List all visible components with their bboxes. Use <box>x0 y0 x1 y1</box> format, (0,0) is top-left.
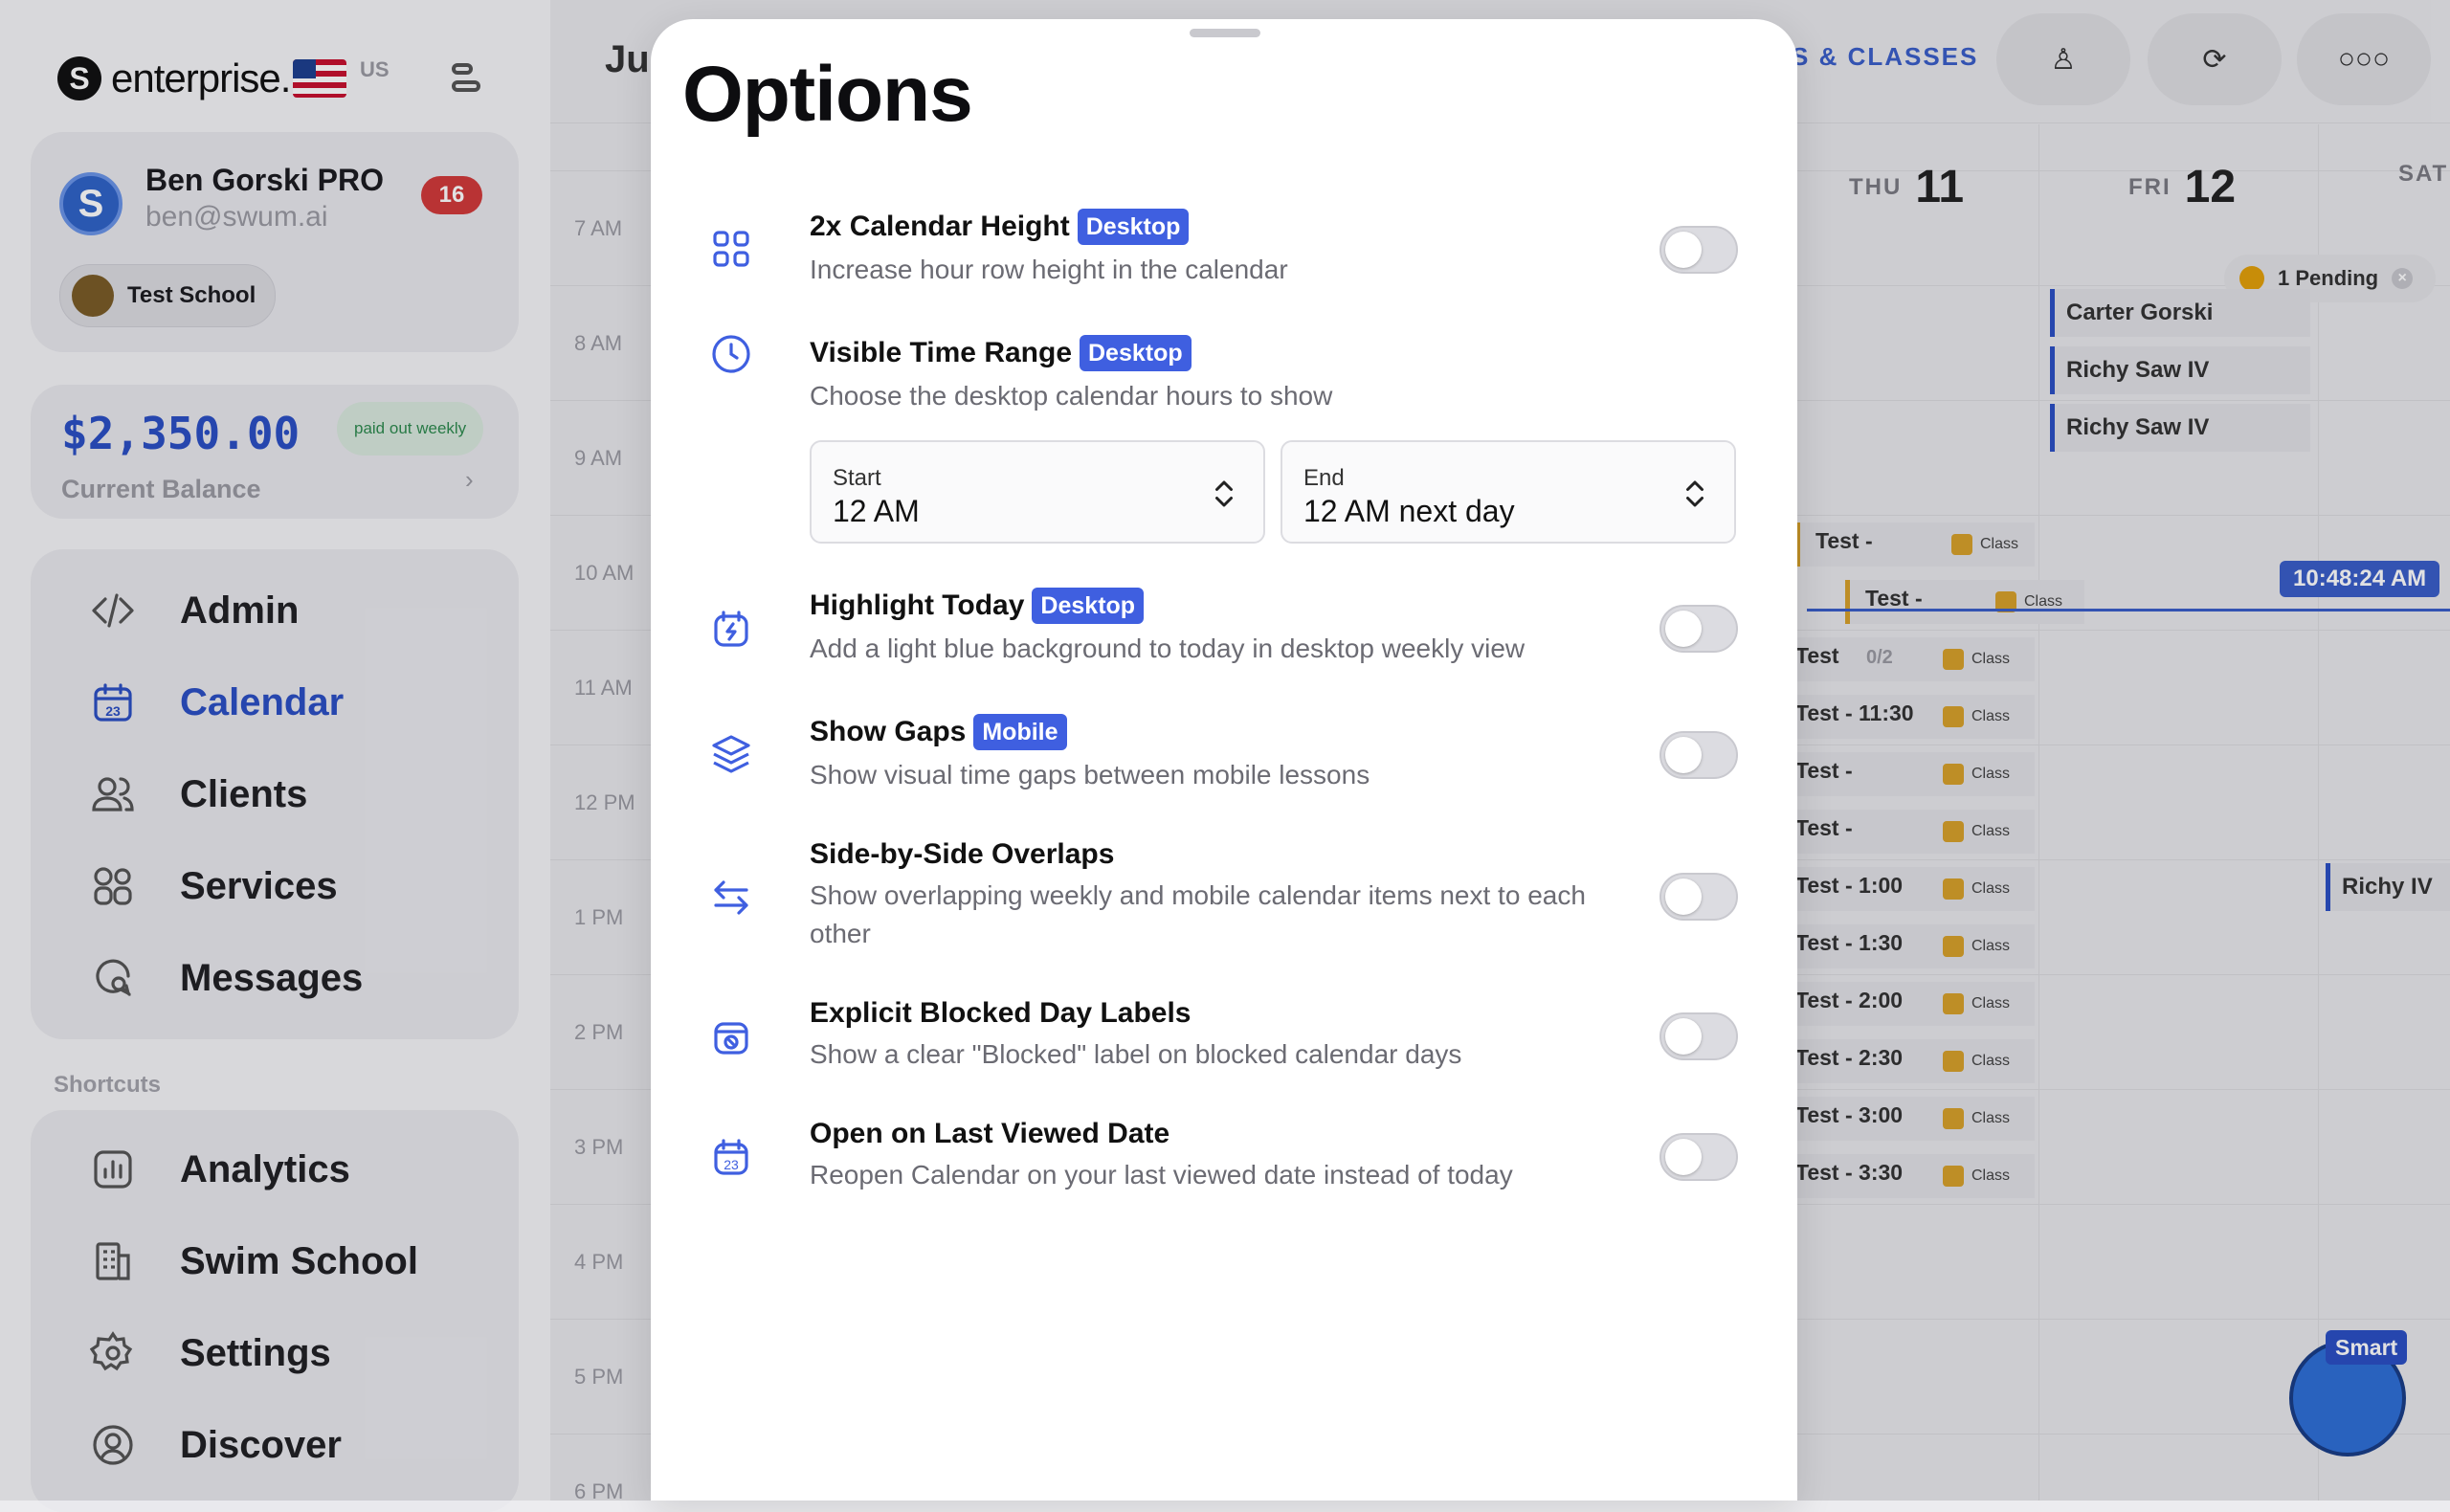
option-description: Increase hour row height in the calendar <box>810 255 1288 284</box>
platform-badge: Desktop <box>1077 209 1190 245</box>
option-description: Choose the desktop calendar hours to sho… <box>810 381 1333 411</box>
layers-icon <box>708 731 754 777</box>
option-title: Show Gaps Mobile <box>810 714 1067 750</box>
toggle-knob <box>1665 611 1702 647</box>
platform-badge: Mobile <box>973 714 1067 750</box>
start-time-select[interactable]: Start 12 AM <box>810 440 1265 544</box>
clock-icon <box>708 331 754 377</box>
option-description: Show overlapping weekly and mobile calen… <box>810 880 1586 948</box>
modal-title: Options <box>682 51 973 138</box>
calendar-23-icon: 23 <box>708 1135 754 1181</box>
select-value: 12 AM next day <box>1303 494 1515 528</box>
option-title-text: Side-by-Side Overlaps <box>810 838 1115 870</box>
chevron-up-down-icon <box>1215 480 1233 507</box>
platform-badge: Desktop <box>1080 335 1192 371</box>
select-label: End <box>1303 465 1345 491</box>
option-title-text: Explicit Blocked Day Labels <box>810 997 1192 1029</box>
option-description: Add a light blue background to today in … <box>810 634 1526 663</box>
toggle-side-by-side-overlaps[interactable] <box>1659 873 1738 921</box>
toggle-2x-calendar-height[interactable] <box>1659 226 1738 274</box>
toggle-show-gaps[interactable] <box>1659 731 1738 779</box>
calendar-bolt-icon <box>708 607 754 653</box>
select-value: 12 AM <box>833 494 920 528</box>
option-title-text: Highlight Today <box>810 589 1025 621</box>
toggle-knob <box>1665 737 1702 773</box>
option-description: Show a clear "Blocked" label on blocked … <box>810 1039 1462 1069</box>
arrows-swap-icon <box>708 875 754 921</box>
chevron-up-down-icon <box>1686 480 1704 507</box>
option-title-text: Show Gaps <box>810 716 967 747</box>
option-title: Highlight Today Desktop <box>810 588 1145 624</box>
toggle-knob <box>1665 232 1702 268</box>
option-title-text: Visible Time Range <box>810 337 1072 368</box>
platform-badge: Desktop <box>1032 588 1145 624</box>
drag-handle[interactable] <box>1190 29 1260 37</box>
toggle-knob <box>1665 1139 1702 1175</box>
option-title-text: 2x Calendar Height <box>810 211 1070 242</box>
option-description: Show visual time gaps between mobile les… <box>810 760 1370 789</box>
select-label: Start <box>833 465 881 491</box>
toggle-knob <box>1665 1018 1702 1055</box>
option-title: 2x Calendar Height Desktop <box>810 209 1190 245</box>
toggle-highlight-today[interactable] <box>1659 605 1738 653</box>
option-title: Visible Time Range Desktop <box>810 335 1192 371</box>
option-title: Open on Last Viewed Date <box>810 1118 1169 1150</box>
option-title: Explicit Blocked Day Labels <box>810 997 1191 1030</box>
toggle-knob <box>1665 878 1702 915</box>
toggle-open-on-last-viewed-date[interactable] <box>1659 1133 1738 1181</box>
svg-text:23: 23 <box>724 1157 739 1172</box>
grid-icon <box>708 226 754 272</box>
option-title: Side-by-Side Overlaps <box>810 838 1114 871</box>
end-time-select[interactable]: End 12 AM next day <box>1281 440 1736 544</box>
calendar-blocked-icon <box>708 1014 754 1060</box>
option-title-text: Open on Last Viewed Date <box>810 1118 1170 1149</box>
option-description: Reopen Calendar on your last viewed date… <box>810 1160 1513 1190</box>
toggle-explicit-blocked-day-labels[interactable] <box>1659 1012 1738 1060</box>
